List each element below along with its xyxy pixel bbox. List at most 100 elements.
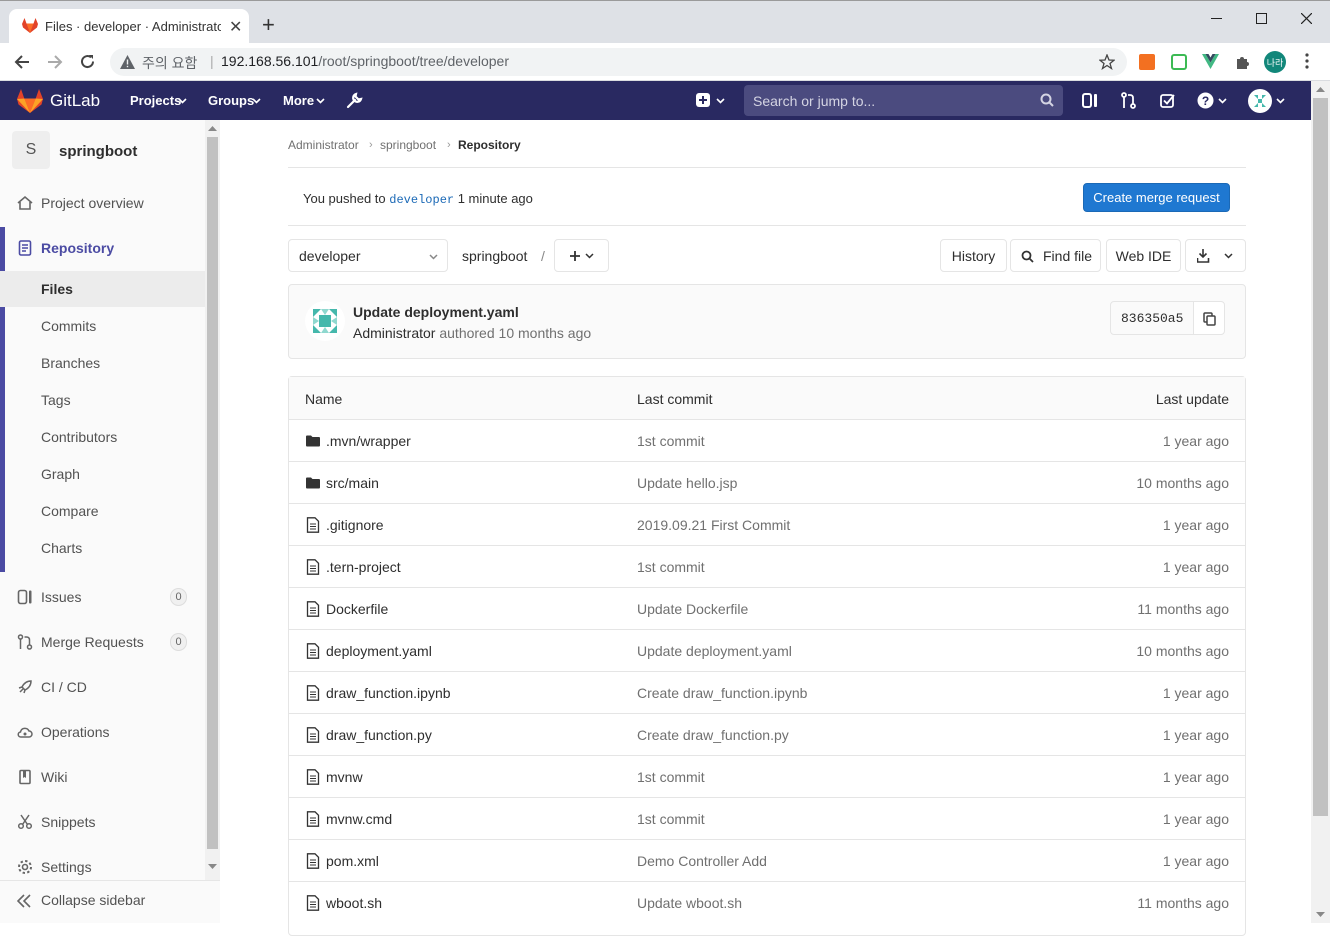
- issues-icon[interactable]: [1082, 93, 1098, 108]
- browser-menu-icon[interactable]: [1305, 53, 1309, 69]
- sidebar-item-settings[interactable]: Settings: [0, 856, 205, 878]
- search-box[interactable]: [744, 85, 1063, 116]
- nav-more[interactable]: More: [283, 93, 314, 108]
- file-last-commit[interactable]: 1st commit: [637, 559, 705, 575]
- add-to-tree-dropdown[interactable]: [554, 239, 609, 272]
- sidebar-subitem-branches[interactable]: Branches: [0, 345, 205, 381]
- web-ide-button[interactable]: Web IDE: [1106, 239, 1181, 272]
- scroll-down-arrow-icon[interactable]: [1316, 912, 1325, 918]
- file-name[interactable]: .gitignore: [326, 517, 384, 533]
- table-row[interactable]: mvnw 1st commit 1 year ago: [289, 755, 1245, 797]
- maximize-icon[interactable]: [1238, 5, 1284, 31]
- table-row[interactable]: deployment.yaml Update deployment.yaml 1…: [289, 629, 1245, 671]
- sidebar-item-operations[interactable]: Operations: [0, 721, 205, 743]
- help-icon[interactable]: ?: [1197, 92, 1214, 109]
- sidebar-subitem-compare[interactable]: Compare: [0, 493, 205, 529]
- table-row[interactable]: Dockerfile Update Dockerfile 11 months a…: [289, 587, 1245, 629]
- branch-select[interactable]: developer: [288, 239, 448, 272]
- table-row[interactable]: mvnw.cmd 1st commit 1 year ago: [289, 797, 1245, 839]
- commit-author[interactable]: Administrator: [353, 325, 435, 341]
- sidebar-scrollbar-thumb[interactable]: [207, 137, 218, 849]
- bookmark-star-icon[interactable]: [1099, 54, 1115, 70]
- file-name[interactable]: Dockerfile: [326, 601, 388, 617]
- scroll-up-arrow-icon[interactable]: [1316, 86, 1325, 92]
- sidebar-subitem-tags[interactable]: Tags: [0, 382, 205, 418]
- extension-2-icon[interactable]: [1171, 54, 1187, 70]
- sidebar-item-project-overview[interactable]: Project overview: [0, 192, 205, 214]
- file-last-commit[interactable]: 1st commit: [637, 769, 705, 785]
- table-row[interactable]: .tern-project 1st commit 1 year ago: [289, 545, 1245, 587]
- file-last-commit[interactable]: Demo Controller Add: [637, 853, 767, 869]
- table-row[interactable]: pom.xml Demo Controller Add 1 year ago: [289, 839, 1245, 881]
- collapse-sidebar-bar[interactable]: Collapse sidebar: [0, 880, 220, 923]
- new-tab-icon[interactable]: +: [262, 12, 275, 38]
- file-last-commit[interactable]: 1st commit: [637, 811, 705, 827]
- sidebar-subitem-files[interactable]: Files: [0, 271, 205, 307]
- sidebar-subitem-charts[interactable]: Charts: [0, 530, 205, 566]
- sidebar-item-merge-requests[interactable]: Merge Requests 0: [0, 631, 205, 653]
- file-last-commit[interactable]: Update hello.jsp: [637, 475, 737, 491]
- create-merge-request-button[interactable]: Create merge request: [1083, 183, 1230, 212]
- file-name[interactable]: draw_function.py: [326, 727, 432, 743]
- user-avatar-icon[interactable]: [1248, 89, 1272, 113]
- table-row[interactable]: .mvn/wrapper 1st commit 1 year ago: [289, 419, 1245, 461]
- back-icon[interactable]: [14, 54, 30, 70]
- sidebar-subitem-graph[interactable]: Graph: [0, 456, 205, 492]
- sidebar-item-wiki[interactable]: Wiki: [0, 766, 205, 788]
- download-dropdown[interactable]: [1185, 239, 1246, 272]
- copy-sha-button[interactable]: [1193, 301, 1225, 335]
- file-name[interactable]: src/main: [326, 475, 379, 491]
- merge-request-icon[interactable]: [1121, 92, 1136, 109]
- sidebar-item-snippets[interactable]: Snippets: [0, 811, 205, 833]
- browser-tab[interactable]: Files · developer · Administrator ✕: [9, 9, 249, 44]
- todo-icon[interactable]: [1160, 93, 1175, 108]
- reload-icon[interactable]: [79, 53, 96, 70]
- sidebar-subitem-contributors[interactable]: Contributors: [0, 419, 205, 455]
- file-last-commit[interactable]: Update wboot.sh: [637, 895, 742, 911]
- file-name[interactable]: wboot.sh: [326, 895, 382, 911]
- minimize-icon[interactable]: [1193, 5, 1239, 31]
- profile-avatar[interactable]: 나라: [1264, 51, 1286, 73]
- find-file-button[interactable]: Find file: [1010, 239, 1101, 272]
- sidebar-item-issues[interactable]: Issues 0: [0, 586, 205, 608]
- file-last-commit[interactable]: Update deployment.yaml: [637, 643, 792, 659]
- file-name[interactable]: mvnw: [326, 769, 363, 785]
- commit-sha[interactable]: 836350a5: [1121, 311, 1183, 326]
- file-last-commit[interactable]: Create draw_function.ipynb: [637, 685, 807, 701]
- commit-author-avatar-icon[interactable]: [305, 301, 345, 341]
- path-root-link[interactable]: springboot: [462, 248, 527, 264]
- search-input[interactable]: [744, 85, 1063, 116]
- scroll-up-arrow-icon[interactable]: [208, 125, 217, 131]
- file-name[interactable]: .mvn/wrapper: [326, 433, 411, 449]
- file-last-commit[interactable]: Create draw_function.py: [637, 727, 789, 743]
- gitlab-brand[interactable]: GitLab: [50, 91, 100, 111]
- scroll-down-arrow-icon[interactable]: [208, 864, 217, 870]
- extension-1-icon[interactable]: [1139, 54, 1155, 70]
- table-row[interactable]: draw_function.ipynb Create draw_function…: [289, 671, 1245, 713]
- file-name[interactable]: .tern-project: [326, 559, 401, 575]
- commit-title[interactable]: Update deployment.yaml: [353, 304, 519, 320]
- file-name[interactable]: mvnw.cmd: [326, 811, 392, 827]
- page-scrollbar-thumb[interactable]: [1313, 98, 1328, 816]
- close-window-icon[interactable]: [1283, 5, 1329, 31]
- close-tab-icon[interactable]: ✕: [229, 17, 242, 37]
- file-name[interactable]: deployment.yaml: [326, 643, 432, 659]
- admin-wrench-icon[interactable]: [346, 92, 363, 109]
- project-avatar[interactable]: S: [12, 131, 50, 169]
- address-bar[interactable]: 주의 요함 | 192.168.56.101/root/springboot/t…: [110, 48, 1127, 76]
- nav-groups[interactable]: Groups: [208, 93, 254, 108]
- file-last-commit[interactable]: Update Dockerfile: [637, 601, 748, 617]
- gitlab-logo-icon[interactable]: [17, 89, 43, 113]
- forward-icon[interactable]: [47, 54, 63, 70]
- sidebar-subitem-commits[interactable]: Commits: [0, 308, 205, 344]
- push-notice-branch[interactable]: developer: [389, 193, 454, 207]
- table-row[interactable]: draw_function.py Create draw_function.py…: [289, 713, 1245, 755]
- file-name[interactable]: draw_function.ipynb: [326, 685, 451, 701]
- table-row[interactable]: .gitignore 2019.09.21 First Commit 1 yea…: [289, 503, 1245, 545]
- sidebar-item-cicd[interactable]: CI / CD: [0, 676, 205, 698]
- file-last-commit[interactable]: 2019.09.21 First Commit: [637, 517, 790, 533]
- file-name[interactable]: pom.xml: [326, 853, 379, 869]
- file-last-commit[interactable]: 1st commit: [637, 433, 705, 449]
- breadcrumb-administrator[interactable]: Administrator: [288, 138, 359, 152]
- history-button[interactable]: History: [940, 239, 1007, 272]
